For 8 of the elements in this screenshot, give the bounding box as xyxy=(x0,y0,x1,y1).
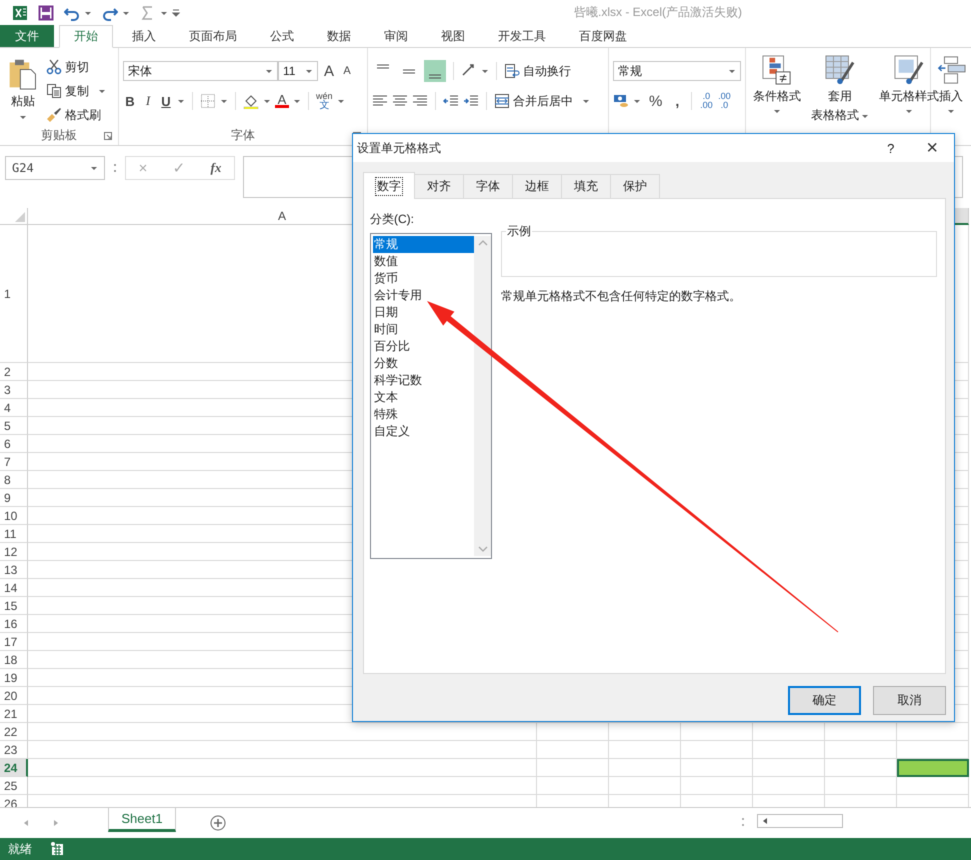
status-text: 就绪 xyxy=(8,840,32,858)
sample-label: 示例 xyxy=(506,223,532,240)
category-label: 分类(C): xyxy=(370,211,415,228)
group-label: 字体 xyxy=(231,126,255,144)
format-description: 常规单元格格式不包含任何特定的数字格式。 xyxy=(501,288,742,305)
dialog-title: 设置单元格格式 xyxy=(357,140,441,156)
window-title: 呰曦.xlsx - Excel(产品激活失败) xyxy=(574,4,742,21)
group-label: 剪贴板 xyxy=(41,126,77,144)
